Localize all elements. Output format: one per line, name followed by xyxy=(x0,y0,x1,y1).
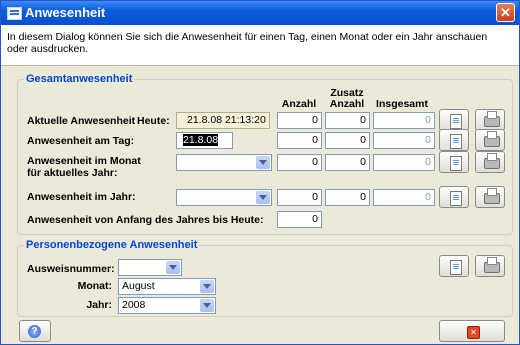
ausweis-select[interactable] xyxy=(118,259,182,276)
current-datetime-field: 21.8.08 21:13:20 xyxy=(176,112,270,129)
group-person-legend: Personenbezogene Anwesenheit xyxy=(26,239,198,251)
ytd-anzahl-field[interactable]: 0 xyxy=(277,211,322,228)
chevron-down-icon xyxy=(166,261,180,274)
jahr-select[interactable]: 2008 xyxy=(118,297,216,314)
help-button[interactable]: ? xyxy=(19,320,51,342)
chevron-down-icon xyxy=(200,280,214,293)
document-preview-icon xyxy=(450,156,462,171)
chevron-down-icon xyxy=(256,156,270,169)
year-select[interactable] xyxy=(176,189,272,206)
jahr-select-value: 2008 xyxy=(122,299,146,311)
day-insgesamt-field[interactable]: 0 xyxy=(373,132,435,149)
current-insgesamt-field[interactable]: 0 xyxy=(373,112,435,129)
label-heute: Heute: xyxy=(137,115,170,127)
header-insgesamt: Insgesamt xyxy=(376,98,428,110)
label-monat: Monat: xyxy=(77,280,112,292)
document-preview-icon xyxy=(450,134,462,149)
help-icon: ? xyxy=(28,325,41,338)
label-day-attendance: Anwesenheit am Tag: xyxy=(27,135,135,147)
month-select[interactable] xyxy=(176,154,272,171)
month-preview-button[interactable] xyxy=(439,151,469,173)
group-total-legend: Gesamtanwesenheit xyxy=(26,73,133,85)
year-anzahl-field[interactable]: 0 xyxy=(277,189,322,206)
month-zusatz-field[interactable]: 0 xyxy=(325,154,370,171)
day-preview-button[interactable] xyxy=(439,129,469,151)
document-preview-icon xyxy=(450,114,462,129)
label-current-attendance: Aktuelle Anwesenheit xyxy=(27,115,136,127)
year-insgesamt-field[interactable]: 0 xyxy=(373,189,435,206)
month-print-button[interactable] xyxy=(475,151,505,173)
label-ytd-attendance: Anwesenheit von Anfang des Jahres bis He… xyxy=(27,214,264,226)
printer-icon xyxy=(484,153,500,169)
year-zusatz-field[interactable]: 0 xyxy=(325,189,370,206)
document-preview-icon xyxy=(450,260,462,275)
year-print-button[interactable] xyxy=(475,186,505,208)
printer-icon xyxy=(484,257,500,273)
title-bar: Anwesenheit ✕ xyxy=(1,1,519,25)
person-preview-button[interactable] xyxy=(439,255,469,277)
day-print-button[interactable] xyxy=(475,129,505,151)
printer-icon xyxy=(484,111,500,127)
month-insgesamt-field[interactable]: 0 xyxy=(373,154,435,171)
document-preview-icon xyxy=(450,191,462,206)
window-title: Anwesenheit xyxy=(25,5,106,20)
day-date-field[interactable]: 21.8.08 xyxy=(176,132,233,149)
day-anzahl-field[interactable]: 0 xyxy=(277,132,322,149)
monat-select-value: August xyxy=(122,280,155,292)
close-icon: ✕ xyxy=(500,5,511,20)
person-print-button[interactable] xyxy=(475,255,505,277)
chevron-down-icon xyxy=(200,299,214,312)
label-jahr: Jahr: xyxy=(86,299,112,311)
current-zusatz-field[interactable]: 0 xyxy=(325,112,370,129)
month-anzahl-field[interactable]: 0 xyxy=(277,154,322,171)
label-year-attendance: Anwesenheit im Jahr: xyxy=(27,191,136,203)
label-ausweisnummer: Ausweisnummer: xyxy=(27,263,115,275)
current-anzahl-field[interactable]: 0 xyxy=(277,112,322,129)
window-icon xyxy=(7,7,22,20)
close-button[interactable]: ✕ xyxy=(439,320,505,342)
day-zusatz-field[interactable]: 0 xyxy=(325,132,370,149)
chevron-down-icon xyxy=(256,191,270,204)
window-close-button[interactable]: ✕ xyxy=(496,3,515,22)
dialog-window: Anwesenheit ✕ In diesem Dialog können Si… xyxy=(0,0,520,345)
monat-select[interactable]: August xyxy=(118,278,216,295)
description-text: In diesem Dialog können Sie sich die Anw… xyxy=(7,31,488,55)
current-preview-button[interactable] xyxy=(439,109,469,131)
close-icon: ✕ xyxy=(467,326,480,339)
printer-icon xyxy=(484,188,500,204)
printer-icon xyxy=(484,131,500,147)
day-date-selected-text: 21.8.08 xyxy=(183,134,219,146)
header-anzahl: Anzahl xyxy=(281,98,317,110)
header-zusatz-anzahl: Zusatz Anzahl xyxy=(329,87,365,110)
description-panel: In diesem Dialog können Sie sich die Anw… xyxy=(1,25,519,66)
current-print-button[interactable] xyxy=(475,109,505,131)
year-preview-button[interactable] xyxy=(439,186,469,208)
label-month-attendance: Anwesenheit im Monat für aktuelles Jahr: xyxy=(27,155,141,179)
